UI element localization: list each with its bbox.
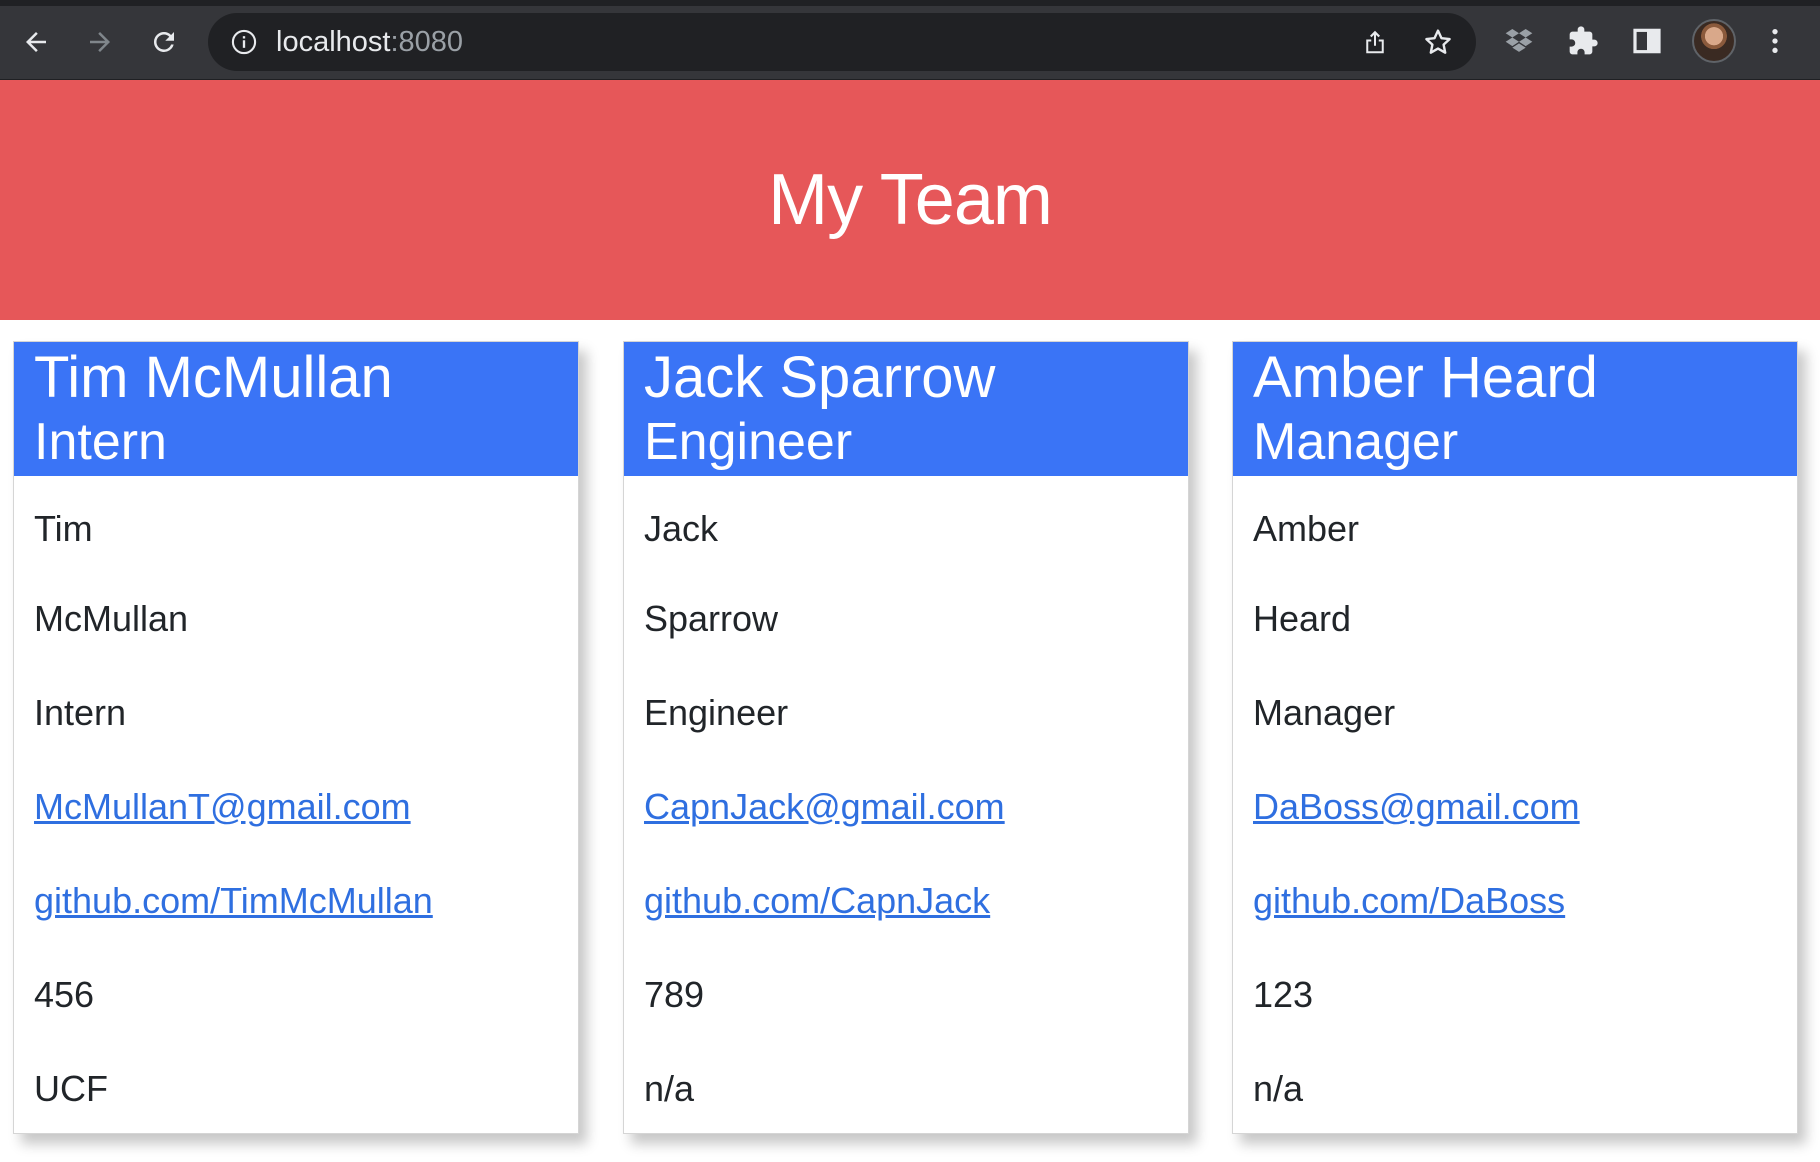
employee-id: 123 (1253, 974, 1314, 1015)
card-body: Amber Heard Manager DaBoss@gmail.com git… (1233, 476, 1797, 1136)
github-row: github.com/CapnJack (644, 854, 1188, 948)
side-panel-icon[interactable] (1630, 24, 1664, 58)
employee-role: Manager (1253, 413, 1459, 471)
employee-name: Jack Sparrow (644, 345, 996, 410)
role-text: Manager (1253, 692, 1396, 733)
employee-id: 456 (34, 974, 95, 1015)
github-link[interactable]: github.com/CapnJack (644, 880, 990, 922)
card-body: Jack Sparrow Engineer CapnJack@gmail.com… (624, 476, 1188, 1136)
extra-info: UCF (34, 1068, 108, 1109)
arrow-right-icon (90, 32, 110, 52)
github-row: github.com/DaBoss (1253, 854, 1797, 948)
card-header: Jack Sparrow Engineer (624, 342, 1188, 476)
tab-strip-edge (0, 0, 1820, 6)
url-port: :8080 (390, 26, 464, 58)
first-name: Amber (1253, 508, 1360, 549)
extra-info: n/a (644, 1068, 695, 1109)
first-name: Jack (644, 508, 719, 549)
forward-button[interactable] (78, 20, 122, 64)
back-button[interactable] (14, 20, 58, 64)
card-header: Tim McMullan Intern (14, 342, 578, 476)
bookmark-star-icon[interactable] (1422, 26, 1454, 58)
employee-id: 789 (644, 974, 705, 1015)
github-link[interactable]: github.com/TimMcMullan (34, 880, 433, 922)
address-bar[interactable]: localhost:8080 (208, 13, 1476, 71)
share-icon[interactable] (1360, 27, 1390, 57)
browser-toolbar: localhost:8080 (0, 0, 1820, 80)
last-name: Heard (1253, 598, 1352, 639)
employee-card: Amber Heard Manager Amber Heard Manager … (1232, 341, 1798, 1134)
first-name: Tim (34, 508, 93, 549)
email-link[interactable]: McMullanT@gmail.com (34, 786, 411, 828)
last-name: Sparrow (644, 598, 779, 639)
employee-name: Amber Heard (1253, 345, 1598, 410)
employee-card: Jack Sparrow Engineer Jack Sparrow Engin… (623, 341, 1189, 1134)
role-text: Engineer (644, 692, 789, 733)
info-icon[interactable] (230, 28, 258, 56)
email-row: McMullanT@gmail.com (34, 760, 578, 854)
profile-avatar[interactable] (1692, 19, 1736, 63)
github-row: github.com/TimMcMullan (34, 854, 578, 948)
role-text: Intern (34, 692, 127, 733)
more-menu-icon[interactable] (1758, 24, 1792, 58)
extra-info: n/a (1253, 1068, 1304, 1109)
dropbox-extension-icon[interactable] (1502, 24, 1536, 58)
employee-card: Tim McMullan Intern Tim McMullan Intern … (13, 341, 579, 1134)
extensions-puzzle-icon[interactable] (1566, 24, 1600, 58)
card-header: Amber Heard Manager (1233, 342, 1797, 476)
email-row: DaBoss@gmail.com (1253, 760, 1797, 854)
employee-role: Intern (34, 413, 167, 471)
employee-role: Engineer (644, 413, 853, 471)
url-text: localhost:8080 (276, 26, 463, 58)
page-title: My Team (768, 160, 1053, 240)
reload-icon (153, 31, 174, 52)
email-link[interactable]: CapnJack@gmail.com (644, 786, 1005, 828)
url-host: localhost (276, 26, 391, 58)
employee-name: Tim McMullan (34, 345, 393, 410)
email-link[interactable]: DaBoss@gmail.com (1253, 786, 1580, 828)
last-name: McMullan (34, 598, 189, 639)
card-body: Tim McMullan Intern McMullanT@gmail.com … (14, 476, 578, 1136)
arrow-left-icon (26, 32, 46, 52)
reload-button[interactable] (142, 20, 186, 64)
page-header: My Team (0, 80, 1820, 320)
github-link[interactable]: github.com/DaBoss (1253, 880, 1565, 922)
email-row: CapnJack@gmail.com (644, 760, 1188, 854)
